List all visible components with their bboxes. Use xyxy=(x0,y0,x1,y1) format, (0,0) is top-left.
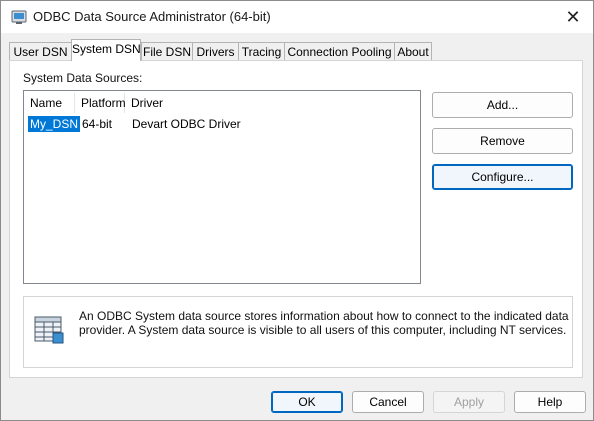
close-button[interactable]: ✕ xyxy=(553,1,593,33)
system-dsn-panel: System Data Sources: Name Platform Drive… xyxy=(9,60,583,378)
tab-tracing[interactable]: Tracing xyxy=(238,42,285,60)
tab-user-dsn[interactable]: User DSN xyxy=(9,42,72,60)
configure-button[interactable]: Configure... xyxy=(432,164,573,190)
column-header-name[interactable]: Name xyxy=(24,93,75,113)
cancel-button[interactable]: Cancel xyxy=(352,391,424,413)
odbc-admin-window: ODBC Data Source Administrator (64-bit) … xyxy=(0,0,594,421)
tab-file-dsn[interactable]: File DSN xyxy=(141,42,193,60)
system-data-sources-label: System Data Sources: xyxy=(23,71,143,85)
window-title: ODBC Data Source Administrator (64-bit) xyxy=(33,9,271,24)
remove-button[interactable]: Remove xyxy=(432,128,573,154)
dialog-button-bar: OK Cancel Apply Help xyxy=(1,385,593,420)
tab-system-dsn[interactable]: System DSN xyxy=(71,39,141,61)
row-platform-cell: 64-bit xyxy=(82,117,113,131)
apply-button[interactable]: Apply xyxy=(433,391,505,413)
info-description: An ODBC System data source stores inform… xyxy=(79,309,569,337)
add-button[interactable]: Add... xyxy=(432,92,573,118)
help-button[interactable]: Help xyxy=(514,391,586,413)
title-bar: ODBC Data Source Administrator (64-bit) … xyxy=(1,1,593,33)
row-name-cell[interactable]: My_DSN xyxy=(26,115,82,133)
tab-about[interactable]: About xyxy=(394,42,432,60)
column-header-driver[interactable]: Driver xyxy=(125,93,365,113)
tab-connection-pooling[interactable]: Connection Pooling xyxy=(284,42,395,60)
data-sources-list[interactable]: Name Platform Driver My_DSN 64-bit Devar… xyxy=(23,90,421,284)
info-box: An ODBC System data source stores inform… xyxy=(23,296,573,368)
row-driver-cell: Devart ODBC Driver xyxy=(132,117,241,131)
ok-button[interactable]: OK xyxy=(271,391,343,413)
column-header-platform[interactable]: Platform xyxy=(75,93,126,113)
odbc-admin-icon xyxy=(11,10,27,24)
close-icon: ✕ xyxy=(565,6,581,27)
tab-drivers[interactable]: Drivers xyxy=(192,42,239,60)
data-source-table-icon xyxy=(34,316,64,344)
